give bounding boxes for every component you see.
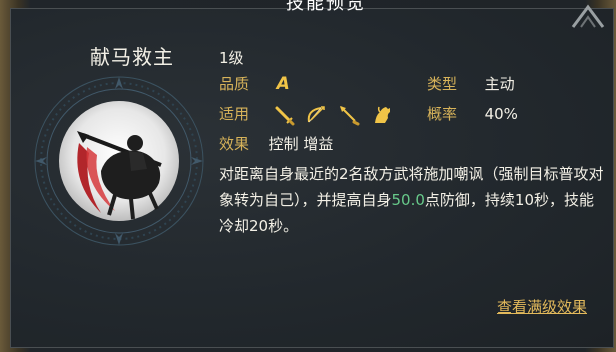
- effect-row: 效果 控制 增益: [219, 133, 333, 155]
- apply-label: 适用: [219, 105, 250, 123]
- effect-label: 效果: [219, 135, 250, 153]
- skill-level: 1级: [219, 49, 244, 67]
- quality-label: 品质: [219, 75, 250, 93]
- skill-panel: 技能预览 献马救主 1级 品质 A 类型 主动 适用 概率 40% 效果 控制 …: [10, 0, 614, 348]
- panel-title: 技能预览: [286, 0, 366, 14]
- skill-description: 对距离自身最近的2名敌方武将施加嘲讽（强制目标普攻对象转为自己），并提高自身50…: [219, 161, 605, 239]
- sword-icon: [275, 106, 295, 126]
- rate-label: 概率: [427, 105, 458, 123]
- defense-bonus-value: 50.0: [391, 191, 425, 209]
- rate-value: 40%: [484, 105, 518, 123]
- view-full-level-link[interactable]: 查看满级效果: [497, 296, 587, 317]
- type-label: 类型: [427, 75, 458, 93]
- effect-value: 控制 增益: [268, 135, 334, 153]
- type-value: 主动: [484, 75, 515, 93]
- skill-name: 献马救主: [90, 45, 174, 69]
- skill-preview-screen: 技能预览 献马救主 1级 品质 A 类型 主动 适用 概率 40% 效果 控制 …: [0, 0, 616, 352]
- apply-icons: [273, 104, 399, 126]
- spear-icon: [340, 106, 360, 126]
- quality-row: 品质 A: [219, 73, 290, 95]
- apply-row: 适用: [219, 103, 399, 126]
- quality-grade: A: [276, 74, 290, 94]
- rate-row: 概率 40%: [427, 103, 518, 125]
- type-row: 类型 主动: [427, 73, 515, 95]
- skill-emblem-icon: [34, 76, 204, 246]
- bow-icon: [308, 106, 326, 123]
- close-icon[interactable]: [565, 3, 611, 29]
- cavalry-horse-icon: [374, 106, 390, 123]
